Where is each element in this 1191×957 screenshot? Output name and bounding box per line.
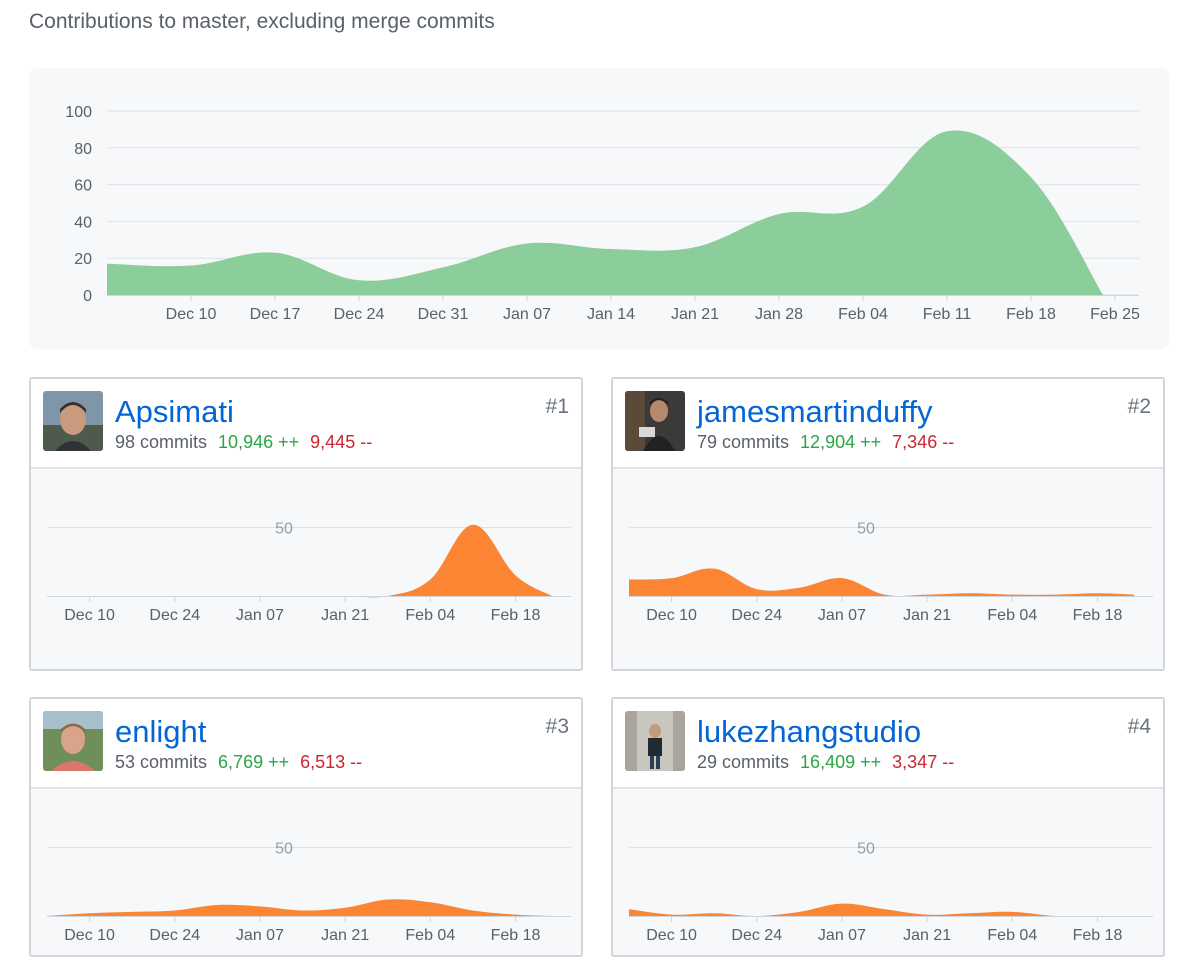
x-tick-label: Feb 18	[1073, 607, 1123, 624]
x-tick-label: Jan 21	[671, 306, 719, 323]
x-tick-label: Dec 24	[149, 927, 200, 944]
contributions-chart: 0 20 40 60 80 100 Dec 10 Dec 17 Dec 24 Dec 31 Jan …	[65, 104, 1140, 323]
x-tick-label: Feb 04	[987, 927, 1037, 944]
x-tick-label: Jan 07	[818, 927, 866, 944]
deletions-count: 9,445 --	[310, 432, 373, 452]
x-tick-label: Dec 10	[646, 927, 697, 944]
rank-badge: #4	[1127, 715, 1151, 738]
y-tick-label: 60	[74, 178, 92, 195]
additions-count: 16,409 ++	[800, 752, 882, 772]
avatar[interactable]	[43, 391, 103, 451]
x-tick-label: Dec 24	[334, 306, 385, 323]
contributor-card-header: enlight 53 commits 6,769 ++ 6,513 -- #3	[31, 699, 581, 789]
deletions-count: 3,347 --	[892, 752, 955, 772]
x-tick-label: Feb 04	[838, 306, 888, 323]
series-area	[47, 524, 552, 598]
y-tick-label: 100	[65, 104, 92, 121]
deletions-count: 6,513 --	[300, 752, 363, 772]
contributor-card: jamesmartinduffy 79 commits 12,904 ++ 7,…	[611, 377, 1165, 671]
additions-count: 10,946 ++	[218, 432, 300, 452]
x-tick-label: Feb 18	[491, 607, 541, 624]
contributor-name-link[interactable]: lukezhangstudio	[697, 713, 921, 751]
avatar[interactable]	[43, 711, 103, 771]
contributor-chart: 50 Dec 10 Dec 24 Jan 07 Jan 21 Feb 04 Feb 18	[47, 520, 571, 624]
commit-count: 79 commits	[697, 432, 790, 452]
x-tick-label: Jan 28	[755, 306, 803, 323]
x-tick-label: Jan 21	[903, 927, 951, 944]
x-tick-label: Feb 25	[1090, 306, 1140, 323]
x-tick-label: Jan 14	[587, 306, 635, 323]
series-area	[107, 130, 1103, 295]
rank-badge: #3	[545, 715, 569, 738]
contributor-graph: 50 Dec 10 Dec 24 Jan 07 Jan 21 Feb 04 Feb 18	[613, 789, 1163, 955]
contributor-card-header: Apsimati 98 commits 10,946 ++ 9,445 -- #…	[31, 379, 581, 469]
contributor-card: lukezhangstudio 29 commits 16,409 ++ 3,3…	[611, 697, 1165, 957]
series-area	[629, 568, 1134, 597]
contributor-chart: 50 Dec 10 Dec 24 Jan 07 Jan 21 Feb 04 Feb 18	[47, 840, 571, 944]
rank-badge: #2	[1127, 395, 1151, 418]
x-tick-label: Dec 10	[64, 927, 115, 944]
x-tick-label: Dec 24	[731, 927, 782, 944]
deletions-count: 7,346 --	[892, 432, 955, 452]
x-tick-label: Jan 07	[236, 927, 284, 944]
page-subtitle: Contributions to master, excluding merge…	[29, 10, 495, 33]
x-tick-label: Feb 18	[1006, 306, 1056, 323]
contributor-card-header: jamesmartinduffy 79 commits 12,904 ++ 7,…	[613, 379, 1163, 469]
x-tick-label: Feb 04	[405, 927, 455, 944]
contributor-card-header: lukezhangstudio 29 commits 16,409 ++ 3,3…	[613, 699, 1163, 789]
x-tick-label: Dec 24	[731, 607, 782, 624]
commit-count: 53 commits	[115, 752, 208, 772]
x-tick-label: Jan 21	[321, 927, 369, 944]
avatar[interactable]	[625, 711, 685, 771]
contributor-chart: 50 Dec 10 Dec 24 Jan 07 Jan 21 Feb 04 Feb 18	[629, 840, 1153, 944]
x-tick-label: Dec 17	[250, 306, 301, 323]
x-tick-label: Feb 04	[405, 607, 455, 624]
commit-count: 29 commits	[697, 752, 790, 772]
contributions-graph: 0 20 40 60 80 100 Dec 10 Dec 17 Dec 24 Dec 31 Jan …	[29, 68, 1169, 349]
commit-count: 98 commits	[115, 432, 208, 452]
x-tick-label: Dec 24	[149, 607, 200, 624]
y-tick-label: 50	[857, 840, 875, 857]
x-tick-label: Dec 10	[64, 607, 115, 624]
contributor-name-link[interactable]: jamesmartinduffy	[697, 393, 932, 431]
rank-badge: #1	[545, 395, 569, 418]
y-tick-label: 40	[74, 214, 92, 231]
contributor-stats: 29 commits 16,409 ++ 3,347 --	[697, 752, 954, 773]
x-tick-label: Jan 21	[321, 607, 369, 624]
contributor-graph: 50 Dec 10 Dec 24 Jan 07 Jan 21 Feb 04 Feb 18	[613, 469, 1163, 669]
contributor-graph: 50 Dec 10 Dec 24 Jan 07 Jan 21 Feb 04 Feb 18	[31, 789, 581, 955]
y-tick-label: 0	[83, 288, 92, 305]
x-tick-label: Jan 21	[903, 607, 951, 624]
contributor-name-link[interactable]: enlight	[115, 713, 206, 751]
x-tick-label: Feb 04	[987, 607, 1037, 624]
x-tick-label: Jan 07	[818, 607, 866, 624]
x-tick-label: Feb 18	[491, 927, 541, 944]
contributor-chart: 50 Dec 10 Dec 24 Jan 07 Jan 21 Feb 04 Feb 18	[629, 520, 1153, 624]
contributor-stats: 79 commits 12,904 ++ 7,346 --	[697, 432, 954, 453]
y-tick-label: 50	[857, 520, 875, 537]
x-tick-label: Feb 18	[1073, 927, 1123, 944]
series-area	[47, 899, 552, 916]
x-tick-label: Dec 10	[166, 306, 217, 323]
contributor-name-link[interactable]: Apsimati	[115, 393, 234, 431]
x-tick-label: Jan 07	[503, 306, 551, 323]
contributor-graph: 50 Dec 10 Dec 24 Jan 07 Jan 21 Feb 04 Feb 18	[31, 469, 581, 669]
contributor-card: enlight 53 commits 6,769 ++ 6,513 -- #3 …	[29, 697, 583, 957]
series-area	[629, 903, 1134, 917]
x-tick-label: Jan 07	[236, 607, 284, 624]
x-tick-label: Dec 10	[646, 607, 697, 624]
x-tick-label: Dec 31	[418, 306, 469, 323]
x-tick-label: Feb 11	[923, 306, 972, 323]
y-tick-label: 20	[74, 251, 92, 268]
contributor-stats: 53 commits 6,769 ++ 6,513 --	[115, 752, 362, 773]
additions-count: 12,904 ++	[800, 432, 882, 452]
y-tick-label: 50	[275, 840, 293, 857]
contributor-card: Apsimati 98 commits 10,946 ++ 9,445 -- #…	[29, 377, 583, 671]
y-tick-label: 80	[74, 141, 92, 158]
y-tick-label: 50	[275, 520, 293, 537]
additions-count: 6,769 ++	[218, 752, 290, 772]
contributor-stats: 98 commits 10,946 ++ 9,445 --	[115, 432, 372, 453]
avatar[interactable]	[625, 391, 685, 451]
